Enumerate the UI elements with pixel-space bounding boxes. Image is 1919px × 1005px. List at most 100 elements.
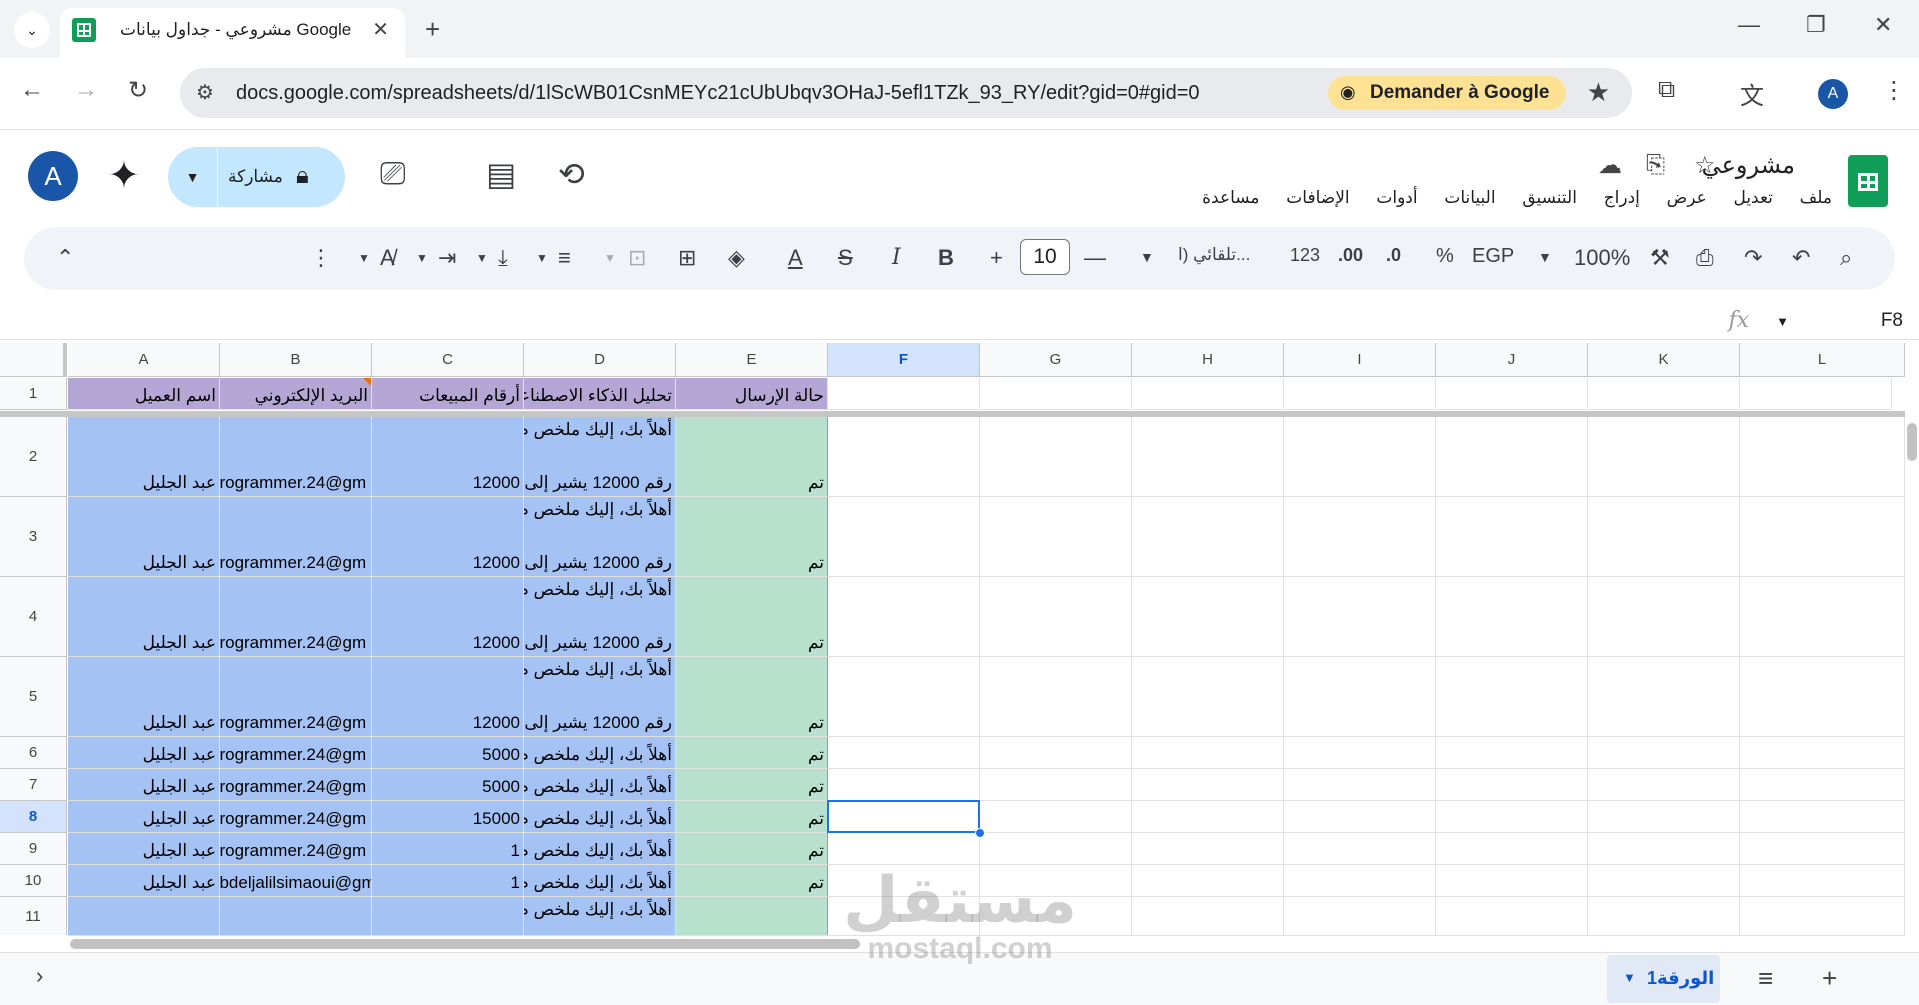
header-cell-D[interactable]: تحليل الذكاء الاصطناعي xyxy=(524,378,676,410)
cell-C10[interactable]: 1 xyxy=(372,865,524,897)
version-history-icon[interactable]: ⟲ xyxy=(558,155,585,193)
cell-D6[interactable]: أهلاً بك، إليك ملخص م xyxy=(524,737,676,769)
empty-cell[interactable] xyxy=(1284,897,1436,935)
empty-cell[interactable] xyxy=(1740,801,1905,833)
empty-cell[interactable] xyxy=(1284,833,1436,865)
cell-C4[interactable]: 12000 xyxy=(372,577,524,657)
sheet-tab-dropdown-icon[interactable]: ▼ xyxy=(1623,970,1636,985)
cell-B4[interactable]: programmer.24@gm xyxy=(220,577,372,657)
empty-cell[interactable] xyxy=(828,833,980,865)
empty-cell[interactable] xyxy=(828,497,980,577)
empty-cell[interactable] xyxy=(1740,497,1905,577)
empty-cell[interactable] xyxy=(1588,417,1740,497)
cell-E10[interactable]: تم xyxy=(676,865,828,897)
cell-C6[interactable]: 5000 xyxy=(372,737,524,769)
empty-cell[interactable] xyxy=(1132,769,1284,801)
empty-cell[interactable] xyxy=(1588,657,1740,737)
cell-E9[interactable]: تم xyxy=(676,833,828,865)
cell-B6[interactable]: programmer.24@gm xyxy=(220,737,372,769)
comments-icon[interactable]: ▤ xyxy=(486,155,516,193)
cell-D5[interactable]: أهلاً بك، إليك ملخص م رقم 12000 يشير إلى xyxy=(524,657,676,737)
paint-format-icon[interactable]: ⚒ xyxy=(1650,245,1670,271)
font-size-decrease-icon[interactable]: — xyxy=(1084,245,1106,271)
vertical-scrollbar[interactable] xyxy=(1905,395,1919,935)
column-header-I[interactable]: I xyxy=(1284,343,1436,377)
cell-A6[interactable]: عبد الجليل xyxy=(68,737,220,769)
borders-icon[interactable]: ⊞ xyxy=(678,245,696,271)
cell-D3[interactable]: أهلاً بك، إليك ملخص م رقم 12000 يشير إلى xyxy=(524,497,676,577)
menu-edit[interactable]: تعديل xyxy=(1733,188,1772,208)
text-color-icon[interactable]: A xyxy=(788,245,803,271)
cell-A8[interactable]: عبد الجليل xyxy=(68,801,220,833)
row-header-8[interactable]: 8 xyxy=(0,801,67,833)
empty-cell[interactable] xyxy=(1588,833,1740,865)
cell-C3[interactable]: 12000 xyxy=(372,497,524,577)
select-all-corner[interactable] xyxy=(0,343,67,377)
empty-cell[interactable] xyxy=(1740,865,1905,897)
cell-A7[interactable]: عبد الجليل xyxy=(68,769,220,801)
column-header-A[interactable]: A xyxy=(68,343,220,377)
star-icon[interactable]: ☆ xyxy=(1694,151,1716,180)
scroll-tabs-arrow-icon[interactable]: › xyxy=(36,963,43,989)
empty-cell[interactable] xyxy=(1284,865,1436,897)
cell-D2[interactable]: أهلاً بك، إليك ملخص م رقم 12000 يشير إلى xyxy=(524,417,676,497)
cell-C11[interactable] xyxy=(372,897,524,935)
empty-cell[interactable] xyxy=(1436,801,1588,833)
empty-cell[interactable] xyxy=(1284,378,1436,410)
empty-cell[interactable] xyxy=(828,737,980,769)
cell-B2[interactable]: programmer.24@gm xyxy=(220,417,372,497)
empty-cell[interactable] xyxy=(980,577,1132,657)
browser-profile-avatar[interactable]: A xyxy=(1818,79,1848,109)
cell-D9[interactable]: أهلاً بك، إليك ملخص م xyxy=(524,833,676,865)
cell-A11[interactable] xyxy=(68,897,220,935)
row-header-11[interactable]: 11 xyxy=(0,897,67,935)
omnibox[interactable]: ⚙ docs.google.com/spreadsheets/d/1lScWB0… xyxy=(180,68,1632,118)
menu-data[interactable]: البيانات xyxy=(1444,188,1495,208)
column-header-F[interactable]: F xyxy=(828,343,980,377)
row-header-2[interactable]: 2 xyxy=(0,417,67,497)
gemini-icon[interactable]: ✦ xyxy=(108,153,140,198)
empty-cell[interactable] xyxy=(1588,769,1740,801)
menu-file[interactable]: ملف xyxy=(1800,188,1832,208)
cell-A5[interactable]: عبد الجليل xyxy=(68,657,220,737)
empty-cell[interactable] xyxy=(1436,865,1588,897)
menu-view[interactable]: عرض xyxy=(1667,188,1707,208)
empty-cell[interactable] xyxy=(1132,801,1284,833)
empty-cell[interactable] xyxy=(1740,657,1905,737)
empty-cell[interactable] xyxy=(1284,801,1436,833)
empty-cell[interactable] xyxy=(980,417,1132,497)
empty-cell[interactable] xyxy=(1132,378,1284,410)
row-header-9[interactable]: 9 xyxy=(0,833,67,865)
rotation-dropdown-icon[interactable]: ▼ xyxy=(358,251,370,265)
merge-cells-icon[interactable]: ⊡ xyxy=(628,245,646,271)
empty-cell[interactable] xyxy=(1284,417,1436,497)
back-icon[interactable]: ← xyxy=(20,76,44,104)
decrease-decimal-button[interactable]: .0 xyxy=(1386,245,1401,266)
cell-C5[interactable]: 12000 xyxy=(372,657,524,737)
cell-B3[interactable]: programmer.24@gm xyxy=(220,497,372,577)
empty-cell[interactable] xyxy=(1132,657,1284,737)
account-avatar[interactable]: A xyxy=(28,151,78,201)
align-dropdown-icon[interactable]: ▼ xyxy=(536,251,548,265)
empty-cell[interactable] xyxy=(1588,865,1740,897)
document-title[interactable]: مشروعي xyxy=(1702,151,1795,180)
font-size-increase-icon[interactable]: + xyxy=(990,245,1003,271)
url-text[interactable]: docs.google.com/spreadsheets/d/1lScWB01C… xyxy=(236,82,1200,105)
empty-cell[interactable] xyxy=(1740,833,1905,865)
empty-cell[interactable] xyxy=(1132,833,1284,865)
cell-A3[interactable]: عبد الجليل xyxy=(68,497,220,577)
row-header-4[interactable]: 4 xyxy=(0,577,67,657)
print-icon[interactable]: ⎙ xyxy=(1696,245,1714,271)
cell-D10[interactable]: أهلاً بك، إليك ملخص م xyxy=(524,865,676,897)
menu-format[interactable]: التنسيق xyxy=(1522,188,1577,208)
cell-B7[interactable]: programmer.24@gm xyxy=(220,769,372,801)
translate-icon[interactable]: 文 xyxy=(1740,76,1764,111)
header-cell-C[interactable]: أرقام المبيعات xyxy=(372,378,524,410)
cell-A2[interactable]: عبد الجليل xyxy=(68,417,220,497)
browser-menu-icon[interactable]: ⋮ xyxy=(1882,76,1906,105)
window-close-icon[interactable]: ✕ xyxy=(1874,12,1892,38)
extensions-icon[interactable]: ⧉ xyxy=(1658,76,1675,104)
search-menus-icon[interactable]: ⌕ xyxy=(1840,245,1852,271)
cell-B5[interactable]: programmer.24@gm xyxy=(220,657,372,737)
empty-cell[interactable] xyxy=(1436,769,1588,801)
